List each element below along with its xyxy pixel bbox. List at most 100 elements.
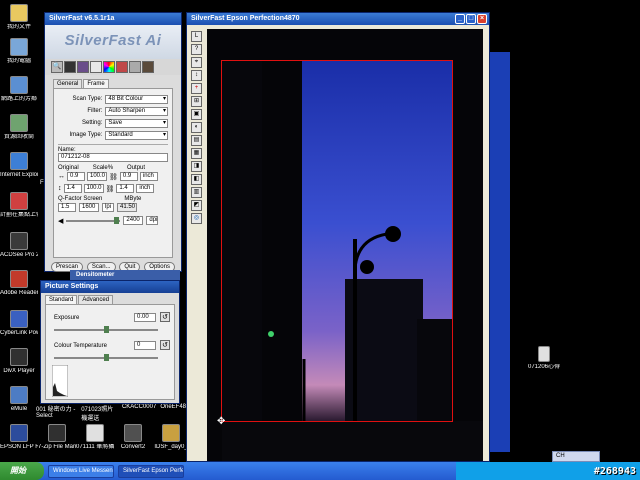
landscape-icon[interactable]: L [191,31,202,42]
taskbar-item-silverfast[interactable]: SilverFast Epson Perfe... [118,464,184,478]
desktop-icon-divx[interactable]: DivX Player [0,348,38,375]
desktop-icon-photo-notes[interactable]: 071111 華將攝影展心得 [76,424,114,451]
language-bar[interactable]: CH [552,451,600,462]
resolution-slider-icon: ◀ [58,217,64,225]
maximize-icon[interactable]: □ [466,14,476,24]
grid-tool-icon[interactable] [129,61,141,73]
desktop-icon-recycle-bin[interactable]: 資源回收筒 [0,114,38,141]
emule-icon [10,386,28,404]
columns-icon[interactable]: ▥ [191,187,202,198]
histogram-tool-icon[interactable] [64,61,76,73]
desktop-icon-idsf[interactable]: IDSF_day0_ [152,424,190,451]
exposure-slider[interactable] [54,326,158,333]
silverfast-main-window: SilverFast v6.5.1r1a SilverFast Ai 🔍 Gen… [44,12,182,272]
flip-icon[interactable]: ↕ [191,70,202,81]
desktop-icon-upload[interactable]: 計劃在集點上傳 [0,192,38,219]
tab-advanced[interactable]: Advanced [78,295,114,304]
close-icon[interactable]: × [477,14,487,24]
qfactor-field[interactable]: 1.5 [58,203,76,212]
colour-temperature-slider[interactable] [54,354,158,361]
panel-left-icon[interactable]: ◧ [191,174,202,185]
desktop-icon-emule[interactable]: eMule [0,386,38,413]
desktop-icon-7zip[interactable]: 7-Zip File Manager [38,424,76,451]
dpi-unit[interactable]: dpi [146,216,159,225]
scale-height-field[interactable]: 100.0 [83,184,104,193]
help-icon[interactable]: ? [191,44,202,55]
desktop-icon-epson-remote[interactable]: EPSON LFP Remote Panel [0,424,38,451]
selective-colour-icon[interactable] [116,61,128,73]
name-field[interactable]: 071212-08 [58,153,168,162]
link-chain-icon[interactable]: ⛓ [106,185,115,193]
height-unit-select[interactable]: inch [136,184,155,193]
desktop-icon-internet-explorer[interactable]: Internet Explorer [0,152,38,179]
taskbar: 開始 Windows Live Messen... SilverFast Eps… [0,462,640,480]
original-height-field[interactable]: 1.4 [63,184,82,193]
scale-width-field[interactable]: 100.0 [87,172,107,181]
window-title: SilverFast v6.5.1r1a [49,15,115,22]
taskbar-item-messenger[interactable]: Windows Live Messen... [48,464,114,478]
scan-preview-image[interactable]: ✥ [207,29,483,461]
scan-type-select[interactable]: 48 Bit Colour [105,94,168,104]
folder-icon [10,4,28,22]
colour-wheel-icon[interactable] [103,61,115,73]
link-chain-icon[interactable]: ⛓ [109,173,118,181]
prescan-titlebar[interactable]: SilverFast Epson Perfection4870 _ □ × [187,13,489,25]
screen-field[interactable]: 1600 [79,203,99,212]
filter-select[interactable]: Auto Sharpen [105,106,168,116]
colour-temperature-field[interactable]: 0 [134,341,156,350]
slider-thumb[interactable] [104,354,109,361]
grid-alt-icon[interactable]: ▦ [191,148,202,159]
exposure-field[interactable]: 0.00 [134,313,156,322]
tab-standard[interactable]: Standard [45,295,78,304]
plus-icon[interactable]: + [191,83,202,94]
tab-frame[interactable]: Frame [83,79,109,88]
output-height-field[interactable]: 1.4 [116,184,135,193]
silverfast-titlebar[interactable]: SilverFast v6.5.1r1a [45,13,181,25]
contrast-icon[interactable]: ◐ [191,122,202,133]
original-width-field[interactable]: 0.9 [67,172,85,181]
resolution-slider[interactable] [66,216,121,224]
tab-general[interactable]: General [53,79,83,88]
reset-icon[interactable]: ↺ [160,312,170,322]
panel-right-icon[interactable]: ◨ [191,161,202,172]
zoom-tool-icon[interactable]: 🔍 [51,61,63,73]
image-type-select[interactable]: Standard [105,130,168,140]
image-type-label: Image Type: [69,132,103,138]
frame-icon[interactable]: ▣ [191,109,202,120]
width-unit-select[interactable]: inch [139,172,158,181]
reset-icon[interactable]: ↺ [160,340,170,350]
desktop-icon-acdsee[interactable]: ACDSee Pro 2 [0,232,38,259]
setting-select[interactable]: Save [105,118,168,128]
desktop-icon-my-computer[interactable]: 我的電腦 [0,38,38,65]
slider-thumb[interactable] [104,326,109,333]
settings-tabs: General Frame [45,75,181,88]
levels-tool-icon[interactable] [77,61,89,73]
output-header: Output [127,165,146,171]
resolution-field[interactable]: 2400 [123,216,144,225]
list-icon[interactable]: ▤ [191,135,202,146]
picture-settings-titlebar[interactable]: Picture Settings [41,281,179,293]
output-width-field[interactable]: 0.9 [119,172,138,181]
desktop-icon-my-documents[interactable]: 我的文件 [0,4,38,31]
target-icon[interactable]: ◎ [191,213,202,224]
start-button[interactable]: 開始 [0,462,44,480]
width-arrow-icon: ↔ [58,173,65,180]
desktop-icon-adobe-reader[interactable]: Adobe Reader 7.0 [0,270,38,297]
move-cursor-icon: ✥ [217,416,226,427]
minimize-icon[interactable]: _ [455,14,465,24]
desktop-icon-convert2[interactable]: Convert2 [114,424,152,451]
start-label: 開始 [10,466,26,475]
gradation-tool-icon[interactable] [90,61,102,73]
square-icon[interactable]: ◩ [191,200,202,211]
lpi-unit[interactable]: lpi [102,203,114,212]
tool-strip: 🔍 [45,59,181,75]
photo-tool-icon[interactable] [142,61,154,73]
desktop-icon-powerdvd[interactable]: CyberLink PowerDVD [0,310,38,337]
desktop-icon-notes-071206[interactable]: 071206心得 [522,346,566,371]
scan-frame-selection[interactable] [221,60,453,422]
densitometer-titlebar[interactable]: Densitometer [70,270,180,280]
slider-thumb[interactable] [114,216,120,224]
grid-icon[interactable]: ⊞ [191,96,202,107]
desktop-icon-network[interactable]: 網路上的芳鄰 [0,76,38,103]
crosshair-icon[interactable]: ⌖ [191,57,202,68]
